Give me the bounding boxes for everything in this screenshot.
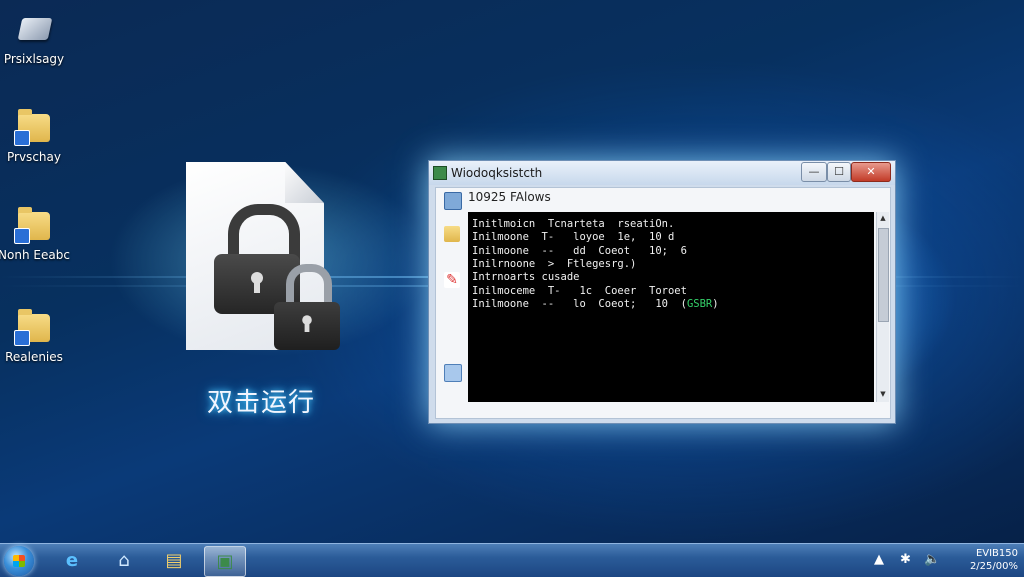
start-button[interactable]: [4, 546, 34, 576]
scroll-up-icon[interactable]: ▲: [877, 214, 889, 222]
document-icon[interactable]: [444, 364, 462, 382]
scroll-thumb[interactable]: [878, 228, 889, 322]
console-scrollbar[interactable]: ▲ ▼: [876, 212, 889, 402]
desktop-icon-drive[interactable]: Prsixlsagy: [0, 8, 82, 66]
file-explorer-icon[interactable]: ▤: [154, 546, 194, 575]
active-app-icon[interactable]: ▣: [204, 546, 246, 577]
desktop-icon-folder-2[interactable]: Nonh Eeabc: [0, 204, 82, 262]
desktop-icon-label: Prvschay: [7, 150, 61, 164]
volume-icon[interactable]: 🔈: [924, 552, 940, 567]
folder-icon: [14, 306, 54, 346]
folder-icon: [14, 106, 54, 146]
console-line: Initlmoicn Tcnarteta rseatiOn.: [472, 218, 675, 230]
console-output[interactable]: Initlmoicn Tcnarteta rseatiOn. Inilmoone…: [468, 212, 874, 402]
app-icon: [433, 166, 447, 180]
clock[interactable]: EVIB150 2/25/00%: [944, 547, 1018, 573]
desktop-icon-label: Prsixlsagy: [3, 52, 65, 66]
internet-explorer-icon[interactable]: e: [52, 546, 92, 575]
console-highlight: GSBR: [686, 298, 713, 310]
desktop-icon-folder-3[interactable]: Realenies: [0, 306, 82, 364]
window-menu-icon[interactable]: [444, 192, 462, 210]
desktop-icon-label: Realenies: [5, 350, 63, 364]
network-icon[interactable]: ⌂: [104, 546, 144, 575]
console-line: Intrnoarts cusade: [472, 271, 580, 283]
maximize-button[interactable]: ☐: [827, 162, 851, 182]
inner-title: 10925 FAlows: [468, 190, 551, 204]
tray-expand-icon[interactable]: ▲: [874, 552, 884, 567]
desktop-icon-label: Nonh Eeabc: [0, 248, 70, 262]
folder-icon[interactable]: [444, 226, 460, 242]
console-line: Inilmoone -- dd Coeot 10; 6: [472, 245, 687, 257]
minimize-button[interactable]: —: [801, 162, 827, 182]
window-content: 10925 FAlows ✎ Initlmoicn Tcnarteta rsea…: [435, 187, 891, 419]
console-line: Inilmoone T- loyoe 1e, 10 d: [472, 231, 675, 243]
edit-icon[interactable]: ✎: [444, 272, 460, 288]
clock-date: 2/25/00%: [969, 561, 1018, 572]
folder-icon: [14, 204, 54, 244]
clock-time: EVIB150: [975, 548, 1018, 559]
scroll-down-icon[interactable]: ▼: [877, 390, 889, 398]
console-line: Inilmoceme T- 1c Coeer Toroet: [472, 285, 687, 297]
network-tray-icon[interactable]: ✱: [900, 552, 911, 567]
drive-icon: [14, 8, 54, 48]
console-window[interactable]: Wiodoqksistcth — ☐ ✕ 10925 FAlows ✎ Init…: [428, 160, 896, 424]
console-line: Inilrnoone > Ftlegesrg.): [472, 258, 637, 270]
window-titlebar[interactable]: Wiodoqksistcth — ☐ ✕: [429, 161, 895, 185]
console-line: Inilmoone -- lo Coeot; 10 (GSBR): [472, 298, 719, 310]
window-title: Wiodoqksistcth: [451, 166, 543, 180]
close-button[interactable]: ✕: [851, 162, 891, 182]
lock-file-icon[interactable]: [186, 162, 340, 350]
lock-file-label[interactable]: 双击运行: [186, 382, 336, 419]
taskbar: e ⌂ ▤ ▣ ▲ ✱ 🔈 EVIB150 2/25/00%: [0, 543, 1024, 577]
desktop-icon-folder-1[interactable]: Prvschay: [0, 106, 82, 164]
